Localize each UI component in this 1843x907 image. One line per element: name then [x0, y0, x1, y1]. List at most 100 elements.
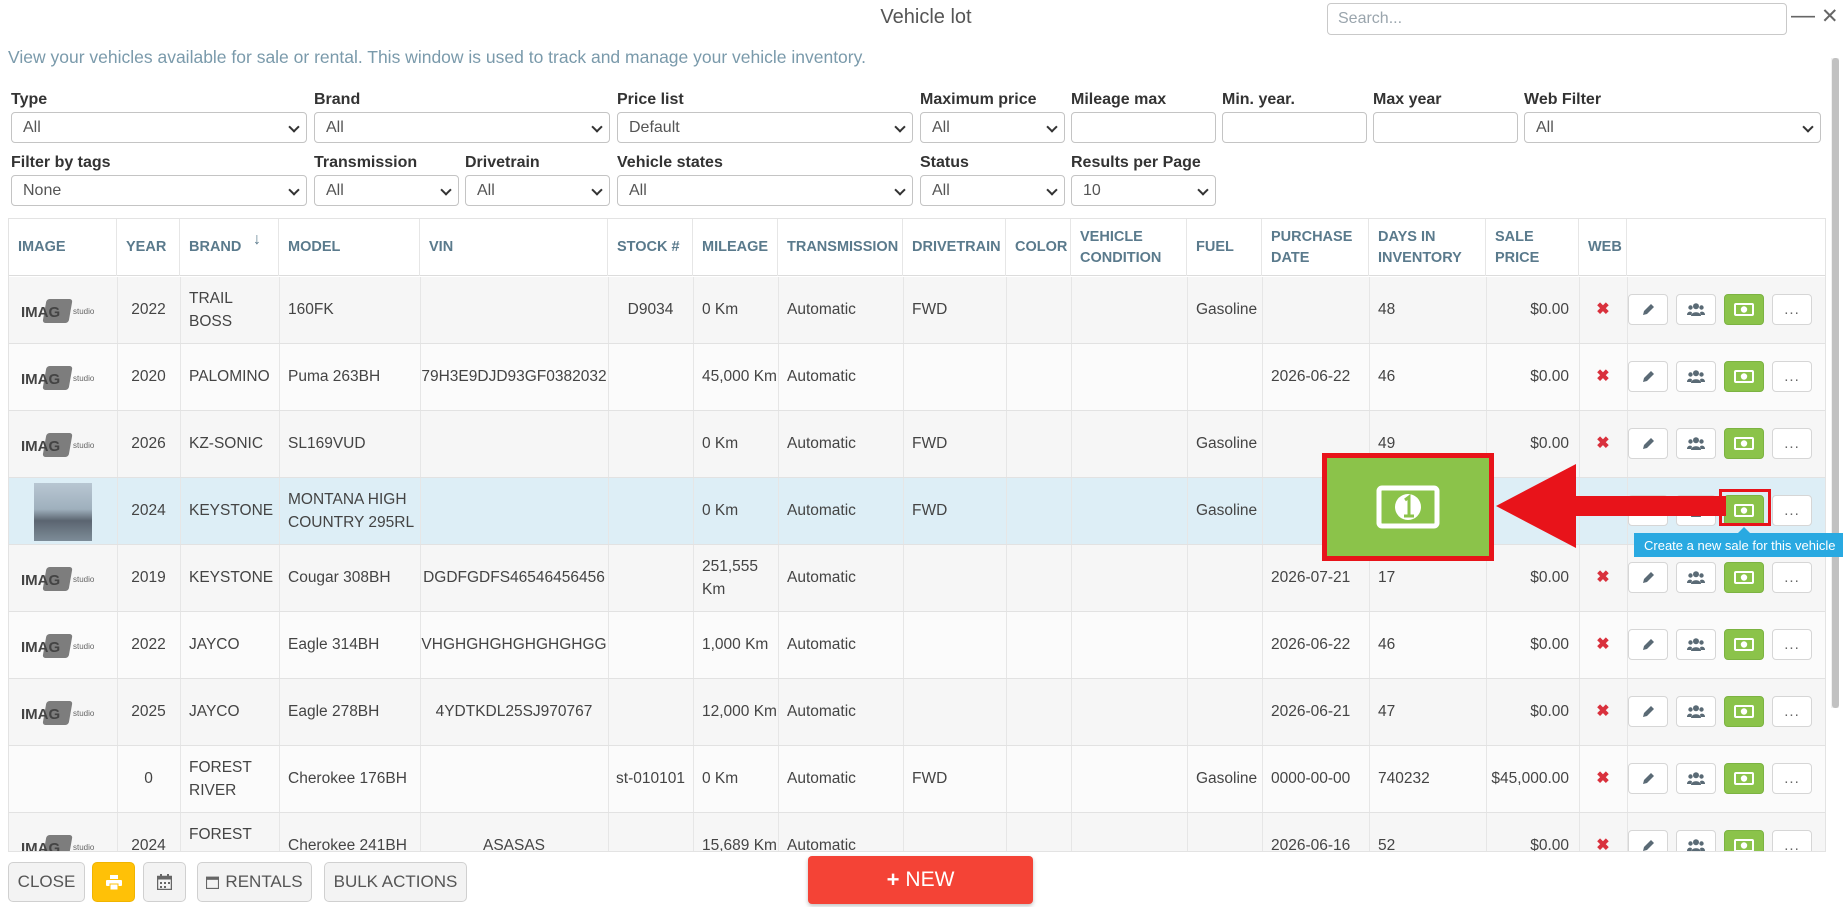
edit-button[interactable]	[1628, 696, 1668, 727]
search-input[interactable]	[1327, 3, 1787, 35]
col-color-header[interactable]: COLOR	[1006, 219, 1071, 276]
customers-button[interactable]	[1676, 361, 1716, 392]
col-mileage-header[interactable]: MILEAGE	[693, 219, 778, 276]
transmission-select[interactable]: All	[314, 175, 459, 206]
chevron-down-icon	[894, 184, 906, 196]
table-row[interactable]: IMAG studio 2022 TRAIL BOSS 160FK D9034 0 Km Au…	[9, 277, 1825, 344]
cell-days: 740232	[1378, 770, 1430, 788]
cell-mileage: 0 Km	[702, 301, 739, 319]
brand-select[interactable]: All	[314, 112, 610, 143]
results-per-page-select[interactable]: 10	[1071, 175, 1216, 206]
create-sale-button[interactable]	[1724, 763, 1764, 794]
chevron-down-icon	[1197, 184, 1209, 196]
more-actions-button[interactable]: ...	[1772, 562, 1812, 593]
col-model-header[interactable]: MODEL	[279, 219, 420, 276]
customers-button[interactable]	[1676, 629, 1716, 660]
bulk-actions-button[interactable]: BULK ACTIONS	[324, 862, 467, 902]
create-sale-button[interactable]	[1724, 629, 1764, 660]
col-year-header[interactable]: YEAR	[117, 219, 180, 276]
create-sale-button[interactable]	[1724, 830, 1764, 851]
col-condition-header[interactable]: VEHICLE CONDITION	[1071, 219, 1187, 276]
max-year-input[interactable]	[1373, 112, 1518, 143]
type-select[interactable]: All	[11, 112, 307, 143]
more-actions-button[interactable]: ...	[1772, 763, 1812, 794]
vehicle-states-select[interactable]: All	[617, 175, 913, 206]
maximum-price-select[interactable]: All	[920, 112, 1065, 143]
col-image-header[interactable]: IMAGE	[9, 219, 117, 276]
chevron-down-icon	[440, 184, 452, 196]
create-sale-button[interactable]	[1724, 562, 1764, 593]
table-row[interactable]: IMAG studio 2025 JAYCO Eagle 278BH 4YDTKDL25S…	[9, 679, 1825, 746]
rentals-button[interactable]: RENTALS	[197, 862, 312, 902]
cell-stock: st-010101	[616, 770, 685, 788]
col-web-header[interactable]: WEB	[1579, 219, 1627, 276]
col-sale-price-header[interactable]: SALE PRICE	[1486, 219, 1579, 276]
edit-button[interactable]	[1628, 763, 1668, 794]
edit-button[interactable]	[1628, 629, 1668, 660]
close-button[interactable]: CLOSE	[8, 862, 85, 902]
close-window-button[interactable]: ✕	[1821, 4, 1839, 29]
more-actions-label: ...	[1784, 837, 1800, 852]
edit-button[interactable]	[1628, 294, 1668, 325]
customers-button[interactable]	[1676, 562, 1716, 593]
customers-button[interactable]	[1676, 428, 1716, 459]
edit-button[interactable]	[1628, 830, 1668, 851]
drivetrain-select[interactable]: All	[465, 175, 610, 206]
status-select[interactable]: All	[920, 175, 1065, 206]
create-sale-button[interactable]	[1724, 696, 1764, 727]
more-actions-button[interactable]: ...	[1772, 495, 1812, 526]
table-row[interactable]: IMAG studio 2020 PALOMINO Puma 263BH 79H3E9DJ…	[9, 344, 1825, 411]
price-list-select[interactable]: Default	[617, 112, 913, 143]
col-purchase-date-header[interactable]: PURCHASE DATE	[1262, 219, 1369, 276]
cell-price: $45,000.00	[1491, 770, 1569, 788]
cell-condition	[1071, 478, 1187, 544]
web-filter-select[interactable]: All	[1524, 112, 1821, 143]
create-sale-button[interactable]	[1724, 428, 1764, 459]
pencil-icon	[1642, 638, 1655, 651]
chevron-down-icon	[591, 121, 603, 133]
more-actions-button[interactable]: ...	[1772, 830, 1812, 852]
cell-model: Cherokee 241BH	[288, 837, 407, 852]
table-row[interactable]: IMAG studio 2019 KEYSTONE Cougar 308BH DGDFGD…	[9, 545, 1825, 612]
col-brand-header[interactable]: BRAND	[180, 219, 279, 276]
col-vin-header[interactable]: VIN	[420, 219, 608, 276]
cell-purchase-date: 2026-06-22	[1271, 368, 1351, 386]
table-row[interactable]: IMAG studio 2022 JAYCO Eagle 314BH VHGHGHGHGH…	[9, 612, 1825, 679]
calendar-button[interactable]	[143, 862, 186, 902]
cell-vin: 4YDTKDL25SJ970767	[435, 703, 593, 721]
scrollbar-thumb[interactable]	[1832, 58, 1839, 708]
create-sale-button[interactable]	[1724, 294, 1764, 325]
table-row[interactable]: IMAG studio 2024 FOREST RIVER Cherokee 241BH…	[9, 813, 1825, 852]
col-drivetrain-header[interactable]: DRIVETRAIN	[903, 219, 1006, 276]
minimize-button[interactable]: —	[1791, 2, 1815, 30]
money-icon	[1734, 772, 1754, 785]
new-vehicle-button[interactable]: + NEW	[808, 856, 1033, 904]
create-sale-button[interactable]	[1724, 361, 1764, 392]
col-transmission-header[interactable]: TRANSMISSION	[778, 219, 903, 276]
tags-select[interactable]: None	[11, 175, 307, 206]
col-fuel-header[interactable]: FUEL	[1187, 219, 1262, 276]
edit-button[interactable]	[1628, 361, 1668, 392]
cell-purchase-date: 2026-06-16	[1271, 837, 1351, 852]
more-actions-button[interactable]: ...	[1772, 294, 1812, 325]
edit-button[interactable]	[1628, 562, 1668, 593]
col-days-inventory-header[interactable]: DAYS IN INVENTORY	[1369, 219, 1486, 276]
customers-button[interactable]	[1676, 294, 1716, 325]
customers-button[interactable]	[1676, 763, 1716, 794]
table-row[interactable]: 0 FOREST RIVER Cherokee 176BH st-010101 0 Km…	[9, 746, 1825, 813]
more-actions-button[interactable]: ...	[1772, 696, 1812, 727]
cell-model: SL169VUD	[288, 435, 366, 453]
cell-condition	[1071, 411, 1187, 477]
customers-button[interactable]	[1676, 830, 1716, 851]
col-stock-header[interactable]: STOCK #	[608, 219, 693, 276]
min-year-input[interactable]	[1222, 112, 1367, 143]
more-actions-button[interactable]: ...	[1772, 361, 1812, 392]
max-year-filter-label: Max year	[1373, 91, 1442, 108]
mileage-max-input[interactable]	[1071, 112, 1216, 143]
print-button[interactable]	[92, 862, 135, 902]
more-actions-button[interactable]: ...	[1772, 428, 1812, 459]
edit-button[interactable]	[1628, 428, 1668, 459]
more-actions-button[interactable]: ...	[1772, 629, 1812, 660]
money-icon	[1734, 370, 1754, 383]
customers-button[interactable]	[1676, 696, 1716, 727]
